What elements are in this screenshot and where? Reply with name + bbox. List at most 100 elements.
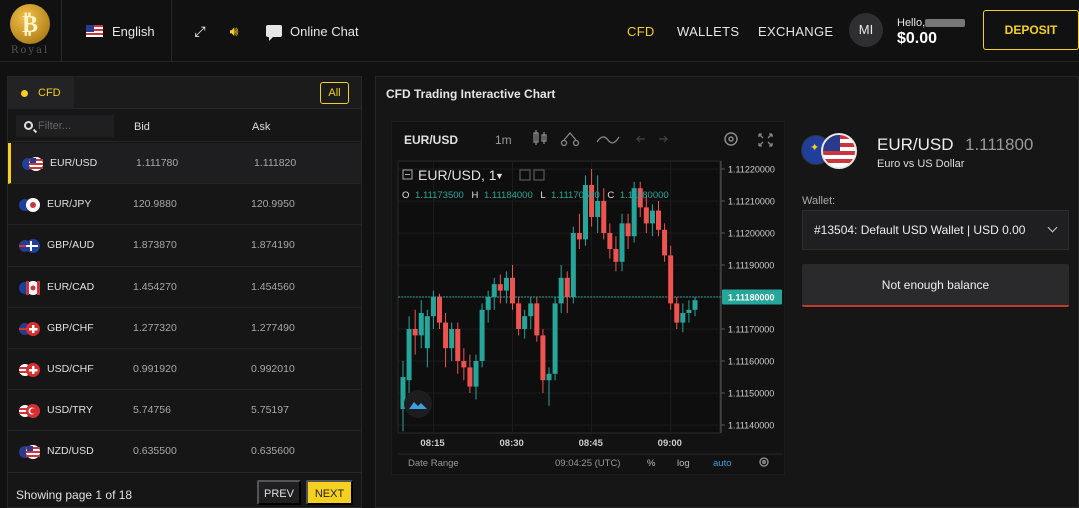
legend-c-value: 1.11180000 — [620, 190, 669, 201]
not-enough-balance-button[interactable]: Not enough balance — [802, 264, 1069, 307]
candle-body — [534, 303, 540, 336]
trading-chart[interactable]: EUR/USD 1m EUR/USD, 1 ▼ O 1.11173500 H 1… — [391, 121, 785, 475]
last-price-label: 1.11180000 — [728, 293, 775, 303]
row-ask: 1.111820 — [254, 157, 297, 169]
pair-description: Euro vs US Dollar — [877, 158, 965, 170]
language-selector[interactable]: English — [62, 0, 172, 62]
candle-body — [570, 233, 576, 297]
table-row[interactable]: NZD/USD 0.635500 0.635600 — [8, 431, 361, 473]
table-row[interactable]: EUR/USD 1.111780 1.111820 — [8, 143, 361, 185]
candle-body — [692, 300, 698, 310]
candle-body — [680, 313, 686, 323]
instrument-list-panel: CFD All Bid Ask EUR/USD 1.111780 1.11182… — [7, 76, 362, 508]
row-ask: 1.874190 — [251, 239, 295, 252]
greeting-text: Hello, — [897, 17, 926, 29]
avatar[interactable]: MI — [849, 13, 883, 47]
eur-jpy-flag-icon — [19, 198, 40, 213]
candle-body — [552, 303, 558, 374]
table-row[interactable]: EUR/CAD 1.454270 1.454560 — [8, 267, 361, 308]
gbp-aud-flag-icon — [19, 239, 40, 254]
candle-body — [455, 329, 461, 361]
candle-body — [601, 201, 607, 233]
candle-body — [461, 361, 467, 368]
legend-l-label: L — [540, 190, 545, 201]
candle-body — [528, 303, 534, 317]
language-label: English — [112, 23, 155, 39]
row-symbol: EUR/USD — [50, 157, 98, 169]
redacted-username — [925, 19, 966, 28]
log-scale-toggle[interactable]: log — [677, 458, 690, 469]
row-ask: 1.454560 — [251, 280, 295, 293]
row-ask: 120.9950 — [251, 198, 295, 211]
account-balance: $0.00 — [897, 30, 938, 47]
candle-body — [485, 297, 491, 310]
chart-interval[interactable]: 1m — [495, 133, 512, 147]
y-tick-label: 1.11170000 — [728, 325, 774, 335]
percent-scale-toggle[interactable]: % — [647, 458, 656, 469]
us-flag-icon — [821, 133, 857, 169]
logo[interactable]: ₿ Royal — [0, 0, 62, 62]
page-info: Showing page 1 of 18 — [16, 488, 133, 502]
prev-button[interactable]: PREV — [257, 480, 301, 505]
all-button[interactable]: All — [320, 82, 349, 104]
deposit-button[interactable]: DEPOSIT — [983, 10, 1079, 50]
nzd-usd-flag-icon — [19, 445, 40, 460]
legend-h-label: H — [471, 190, 478, 201]
greeting: Hello, — [897, 17, 966, 29]
nav-exchange[interactable]: EXCHANGE — [758, 0, 833, 62]
candle-body — [595, 201, 601, 217]
table-row[interactable]: GBP/AUD 1.873870 1.874190 — [8, 225, 361, 267]
y-tick-label: 1.11190000 — [728, 261, 774, 271]
table-row[interactable]: USD/TRY 5.74756 5.75197 — [8, 390, 361, 432]
row-symbol: GBP/AUD — [47, 239, 95, 252]
table-row[interactable]: GBP/CHF 1.277320 1.277490 — [8, 308, 361, 349]
header-tools: ⤢ 🔊︎ Online Chat — [172, 0, 359, 62]
legend-chevron-icon[interactable]: ▼ — [495, 171, 504, 181]
date-range-button[interactable]: Date Range — [408, 458, 459, 469]
column-header-ask[interactable]: Ask — [252, 121, 270, 133]
candle-body — [418, 313, 424, 336]
chart-panel-title: CFD Trading Interactive Chart — [386, 87, 556, 101]
legend-o-value: 1.11173500 — [415, 190, 464, 201]
auto-scale-toggle[interactable]: auto — [713, 458, 732, 469]
next-button[interactable]: NEXT — [306, 480, 353, 505]
column-header-bid[interactable]: Bid — [134, 121, 150, 133]
instrument-rows: EUR/USD 1.111780 1.111820 EUR/JPY 120.98… — [8, 143, 361, 473]
y-tick-label: 1.11150000 — [728, 389, 774, 399]
utc-clock[interactable]: 09:04:25 (UTC) — [555, 458, 620, 469]
online-chat-button[interactable]: Online Chat — [266, 24, 359, 41]
y-tick-label: 1.11210000 — [728, 197, 775, 207]
wallet-select[interactable]: #13504: Default USD Wallet | USD 0.00 — [802, 210, 1069, 250]
candle-body — [437, 297, 442, 323]
candle-body — [473, 361, 479, 387]
row-symbol: USD/CHF — [47, 362, 94, 375]
candle-body — [540, 335, 546, 381]
wallet-label: Wallet: — [802, 195, 836, 207]
chat-icon — [266, 25, 282, 41]
chevron-down-icon — [1047, 222, 1058, 233]
tab-cfd[interactable]: CFD — [8, 77, 74, 109]
row-bid: 1.454270 — [133, 280, 177, 293]
nav-cfd[interactable]: CFD — [627, 0, 655, 62]
row-bid: 0.635500 — [133, 445, 177, 458]
x-tick-label: 08:45 — [579, 438, 604, 449]
row-bid: 5.74756 — [133, 404, 171, 417]
row-symbol: GBP/CHF — [47, 321, 94, 334]
candle-body — [479, 309, 485, 361]
row-bid: 1.873870 — [133, 239, 177, 252]
wallet-select-value: #13504: Default USD Wallet | USD 0.00 — [814, 223, 1026, 237]
candle-body — [503, 277, 509, 291]
nav-wallets[interactable]: WALLETS — [677, 0, 739, 62]
fullscreen-icon[interactable]: ⤢ — [186, 23, 214, 40]
chart-symbol[interactable]: EUR/USD — [404, 133, 458, 147]
top-bar: ₿ Royal English ⤢ 🔊︎ Online Chat CFD WAL… — [0, 0, 1079, 62]
speaker-icon[interactable]: 🔊︎ — [220, 23, 248, 40]
gbp-chf-flag-icon — [19, 321, 40, 336]
x-tick-label: 09:00 — [658, 438, 682, 449]
chart-panel: CFD Trading Interactive Chart EUR/USD 1m… — [375, 76, 1079, 508]
candle-body — [467, 367, 473, 387]
search-icon — [24, 121, 33, 130]
table-row[interactable]: EUR/JPY 120.9880 120.9950 — [8, 184, 361, 226]
table-row[interactable]: USD/CHF 0.991920 0.992010 — [8, 349, 361, 391]
candle-body — [497, 284, 503, 291]
